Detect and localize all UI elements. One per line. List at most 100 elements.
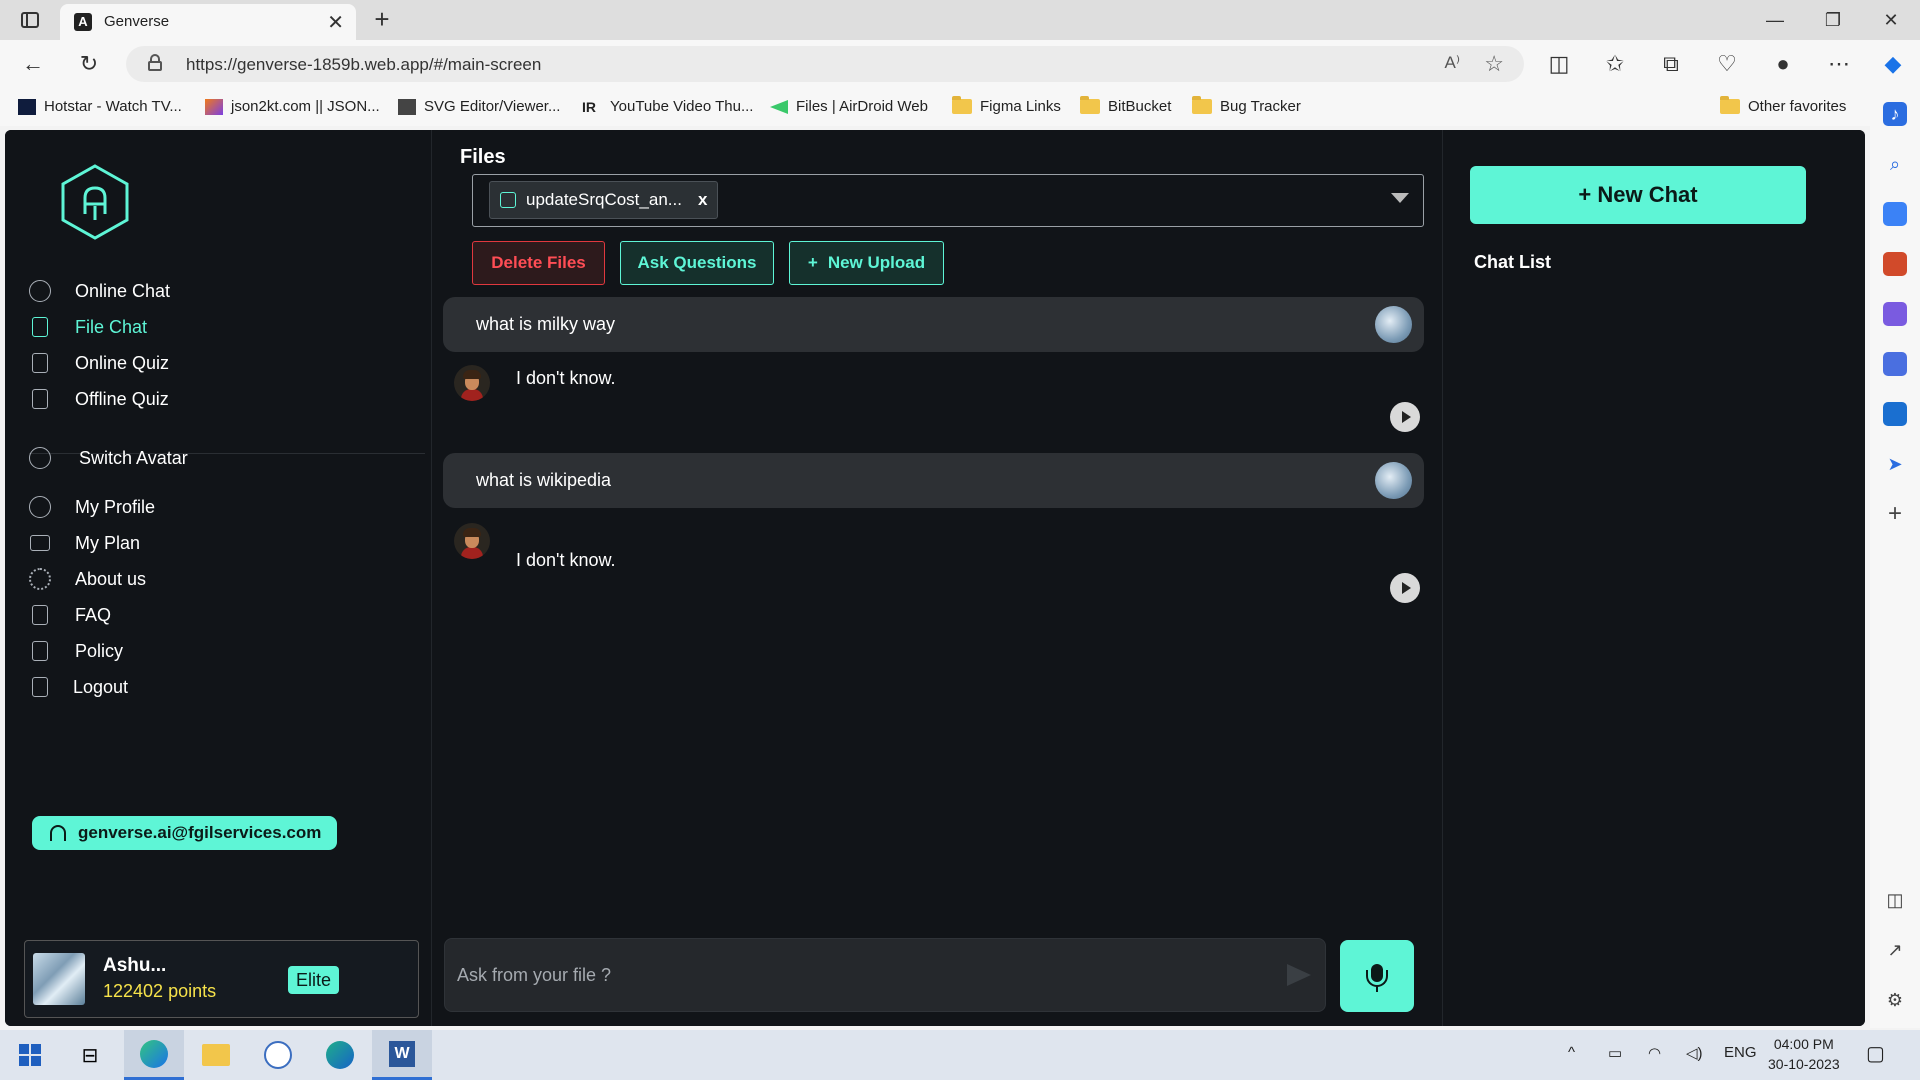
task-view-icon[interactable]: ⊟ xyxy=(60,1030,120,1080)
play-audio-icon[interactable] xyxy=(1390,573,1420,603)
tools-icon[interactable] xyxy=(1883,252,1907,276)
sidebar-item-offline-quiz[interactable]: Offline Quiz xyxy=(29,384,169,414)
sidebar-item-file-chat[interactable]: File Chat xyxy=(29,312,147,342)
chat-list-title: Chat List xyxy=(1474,252,1552,272)
sidebar-item-online-quiz[interactable]: Online Quiz xyxy=(29,348,169,378)
selected-file-name: updateSrqCost_an... xyxy=(526,190,682,209)
new-upload-button[interactable]: + New Upload xyxy=(789,241,944,285)
windows-start-icon xyxy=(19,1044,41,1066)
taskbar-file-explorer-icon[interactable] xyxy=(186,1030,246,1080)
battery-icon[interactable]: ▭ xyxy=(1608,1044,1622,1062)
window-close-icon[interactable]: ✕ xyxy=(1868,6,1914,34)
wifi-icon[interactable]: ◠ xyxy=(1648,1044,1661,1062)
bookmark-youtube-thumb[interactable]: IR YouTube Video Thu... xyxy=(582,98,753,115)
selected-file-chip[interactable]: updateSrqCost_an... x xyxy=(489,181,719,219)
address-bar[interactable]: https://genverse-1859b.web.app/#/main-sc… xyxy=(126,46,1524,82)
bookmark-hotstar[interactable]: Hotstar - Watch TV... xyxy=(18,98,182,115)
volume-icon[interactable]: ◁) xyxy=(1686,1044,1703,1062)
sidebar-item-label: Offline Quiz xyxy=(75,388,169,409)
notifications-bell-icon[interactable]: ♪ xyxy=(1883,102,1907,126)
sidebar-item-policy[interactable]: Policy xyxy=(29,636,123,666)
play-audio-icon[interactable] xyxy=(1390,402,1420,432)
add-sidebar-app-icon[interactable]: + xyxy=(1883,502,1907,526)
new-tab-icon[interactable]: + xyxy=(368,4,396,34)
support-email-button[interactable]: genverse.ai@fgilservices.com xyxy=(32,816,337,850)
left-nav-panel: Online Chat File Chat Online Quiz Offlin… xyxy=(5,130,432,1026)
browser-tab[interactable]: A Genverse ✕ xyxy=(60,4,356,40)
remove-file-icon[interactable]: x xyxy=(698,190,707,210)
folder-icon xyxy=(1080,96,1100,114)
delete-files-button[interactable]: Delete Files xyxy=(472,241,605,285)
hide-sidebar-icon[interactable]: ◫ xyxy=(1883,888,1907,912)
ask-questions-button[interactable]: Ask Questions xyxy=(620,241,774,285)
question-text: what is wikipedia xyxy=(476,470,612,490)
sidebar-item-logout[interactable]: Logout xyxy=(29,672,128,702)
language-indicator[interactable]: ENG xyxy=(1724,1044,1757,1061)
tab-actions-icon[interactable] xyxy=(14,8,46,32)
taskbar-edge-icon[interactable] xyxy=(124,1030,184,1080)
split-screen-icon[interactable]: ◫ xyxy=(1544,50,1574,78)
svg-editor-icon xyxy=(398,98,416,115)
restore-icon[interactable]: ❐ xyxy=(1810,6,1856,34)
search-icon[interactable]: ⌕ xyxy=(1883,152,1907,176)
sidebar-item-online-chat[interactable]: Online Chat xyxy=(29,276,170,306)
bookmark-bitbucket[interactable]: BitBucket xyxy=(1080,96,1171,115)
avatar xyxy=(33,953,85,1005)
taskbar-android-studio-icon[interactable] xyxy=(248,1030,308,1080)
files-dropdown[interactable]: updateSrqCost_an... x xyxy=(472,174,1424,227)
drop-send-icon[interactable]: ➤ xyxy=(1883,452,1907,476)
bookmark-other-favorites[interactable]: Other favorites xyxy=(1720,96,1847,115)
refresh-icon[interactable]: ↻ xyxy=(74,50,104,78)
shopping-tag-icon[interactable] xyxy=(1883,202,1907,226)
sidebar-item-about-us[interactable]: About us xyxy=(29,564,146,594)
bot-answer-text: I don't know. xyxy=(516,550,616,570)
bookmark-json2kt[interactable]: json2kt.com || JSON... xyxy=(205,98,380,115)
back-icon[interactable]: ← xyxy=(18,50,48,78)
bookmark-svg-editor[interactable]: SVG Editor/Viewer... xyxy=(398,98,560,115)
lock-icon[interactable] xyxy=(148,54,162,71)
minimize-icon[interactable]: — xyxy=(1752,6,1798,34)
sidebar-item-label: Switch Avatar xyxy=(79,447,188,468)
show-hidden-icons-icon[interactable]: ^ xyxy=(1568,1044,1575,1061)
notifications-icon[interactable]: ▢ xyxy=(1866,1041,1885,1066)
clock[interactable]: 04:00 PM 30-10-2023 xyxy=(1768,1034,1840,1074)
bot-avatar xyxy=(454,523,490,559)
chat-bubble-icon xyxy=(29,280,51,302)
more-options-icon[interactable]: ⋯ xyxy=(1824,50,1854,78)
user-card[interactable]: Ashu... 122402 points Elite xyxy=(24,940,419,1018)
tab-close-icon[interactable]: ✕ xyxy=(327,10,344,35)
chevron-down-icon[interactable] xyxy=(1391,193,1409,203)
new-chat-button[interactable]: + New Chat xyxy=(1470,166,1806,224)
profile-avatar-icon[interactable]: ● xyxy=(1768,50,1798,78)
games-icon[interactable] xyxy=(1883,302,1907,326)
browser-essentials-icon[interactable]: ♡ xyxy=(1712,50,1742,78)
read-aloud-icon[interactable]: A⁾ xyxy=(1444,53,1460,73)
open-external-icon[interactable]: ↗ xyxy=(1883,938,1907,962)
start-button[interactable] xyxy=(0,1030,60,1080)
bookmark-figma-links[interactable]: Figma Links xyxy=(952,96,1061,115)
sidebar-item-my-profile[interactable]: My Profile xyxy=(29,492,155,522)
sidebar-item-faq[interactable]: FAQ xyxy=(29,600,111,630)
collections-icon[interactable]: ⧉ xyxy=(1656,50,1686,78)
microphone-button[interactable] xyxy=(1340,940,1414,1012)
bookmark-bug-tracker[interactable]: Bug Tracker xyxy=(1192,96,1301,115)
copilot-icon[interactable]: ◆ xyxy=(1878,50,1908,78)
settings-gear-icon[interactable]: ⚙ xyxy=(1883,988,1907,1012)
send-icon[interactable] xyxy=(1287,964,1311,986)
url-text[interactable]: https://genverse-1859b.web.app/#/main-sc… xyxy=(186,55,541,75)
sidebar-item-my-plan[interactable]: My Plan xyxy=(29,528,140,558)
microsoft365-icon[interactable] xyxy=(1883,352,1907,376)
taskbar-word-icon[interactable]: W xyxy=(372,1030,432,1080)
bookmark-airdroid[interactable]: Files | AirDroid Web xyxy=(770,98,928,115)
bookmark-label: Other favorites xyxy=(1748,98,1847,115)
bookmark-label: SVG Editor/Viewer... xyxy=(424,98,561,115)
add-favorite-icon[interactable]: ☆ xyxy=(1484,51,1504,77)
ask-file-input[interactable] xyxy=(444,938,1326,1012)
favorites-icon[interactable]: ✩ xyxy=(1600,50,1630,78)
sidebar-item-switch-avatar[interactable]: Switch Avatar xyxy=(29,443,188,473)
new-upload-label: New Upload xyxy=(827,253,926,272)
outlook-icon[interactable] xyxy=(1883,402,1907,426)
genverse-app: Online Chat File Chat Online Quiz Offlin… xyxy=(5,130,1865,1026)
taskbar-edge-dev-icon[interactable] xyxy=(310,1030,370,1080)
user-name: Ashu... xyxy=(103,955,167,976)
